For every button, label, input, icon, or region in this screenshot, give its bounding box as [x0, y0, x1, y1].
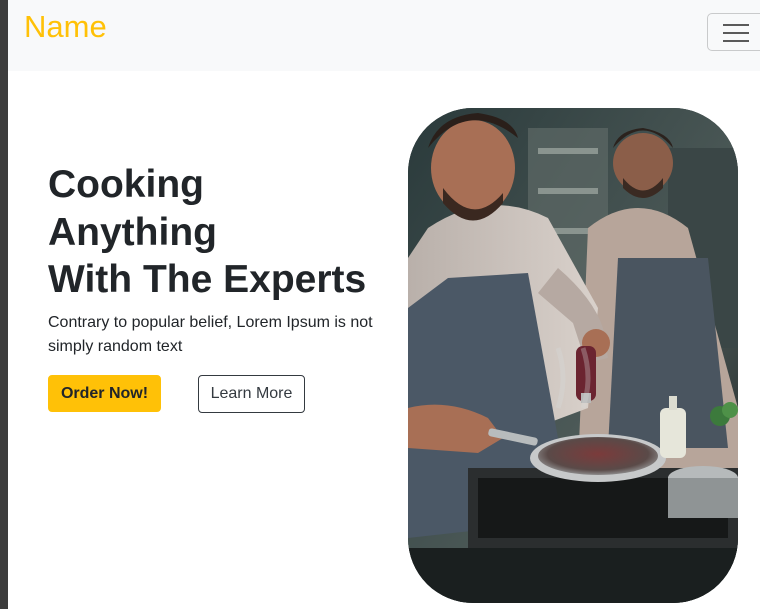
window-edge: [0, 0, 8, 609]
hero-title-line: Cooking: [48, 163, 204, 206]
order-now-button[interactable]: Order Now!: [48, 375, 161, 412]
menu-toggle-button[interactable]: [707, 13, 760, 51]
hero-description: Contrary to popular belief, Lorem Ipsum …: [48, 314, 373, 355]
navbar: Name: [8, 0, 760, 71]
chefs-cooking-illustration: [408, 108, 738, 603]
hero-title: Cooking Anything With The Experts: [48, 161, 408, 304]
brand-logo[interactable]: Name: [24, 9, 107, 45]
hero-title-line: With The Experts: [48, 258, 367, 301]
learn-more-button[interactable]: Learn More: [198, 375, 305, 413]
hero-image: [408, 108, 738, 603]
hamburger-menu-icon: [723, 24, 749, 42]
hero-title-line: Anything: [48, 210, 217, 254]
